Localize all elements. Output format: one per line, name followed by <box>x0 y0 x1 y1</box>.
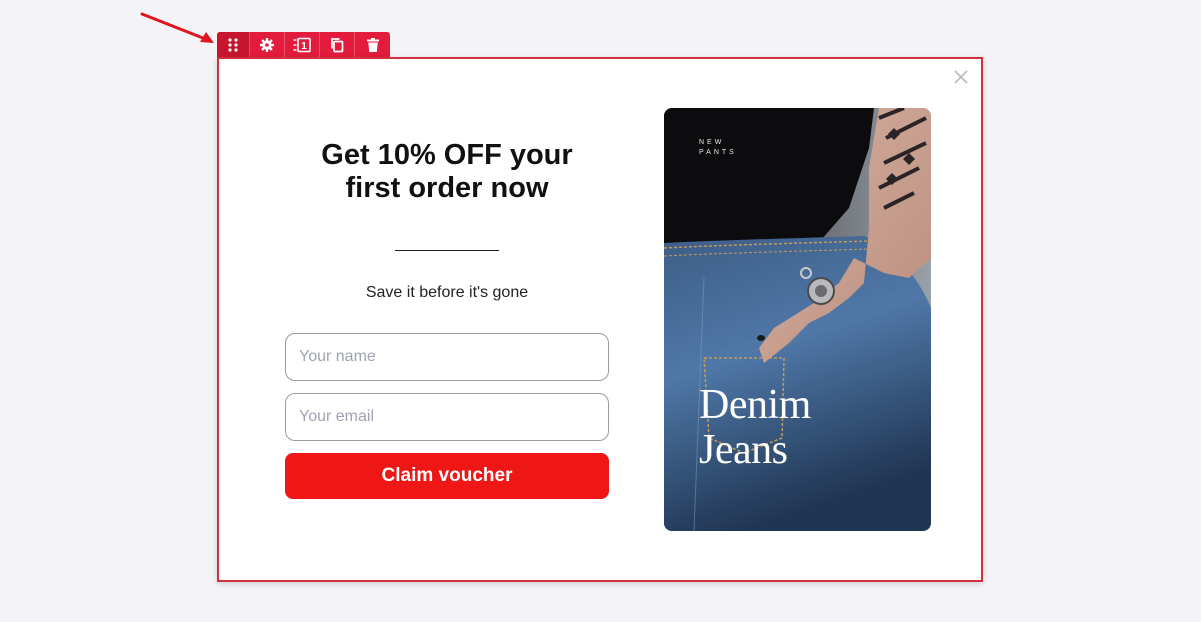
step-number: 1 <box>301 41 307 52</box>
duplicate-button[interactable] <box>320 32 355 58</box>
delete-button[interactable] <box>355 32 390 58</box>
duplicate-icon <box>331 38 344 53</box>
tag-line-1: NEW <box>699 139 724 146</box>
close-icon[interactable] <box>953 69 969 85</box>
popup-container: Get 10% OFF your first order now Save it… <box>217 57 983 582</box>
popup-title: Get 10% OFF your first order now <box>279 139 615 205</box>
settings-button[interactable] <box>250 32 285 58</box>
gear-icon <box>260 38 274 52</box>
step-icon: 1 <box>293 37 311 53</box>
denim-promo-image: NEW PANTS Denim Jeans <box>664 108 931 531</box>
trash-icon <box>366 38 379 52</box>
email-input[interactable] <box>285 393 609 441</box>
popup-subtitle: Save it before it's gone <box>365 284 529 301</box>
headline-line-1: Denim <box>699 382 812 428</box>
drag-handle-icon <box>228 38 238 52</box>
name-input[interactable] <box>285 333 609 381</box>
tag-line-2: PANTS <box>699 149 737 156</box>
element-toolbar: 1 <box>217 32 390 58</box>
title-line-2: first order now <box>345 172 549 204</box>
popup-content: Get 10% OFF your first order now Save it… <box>219 59 675 580</box>
claim-voucher-button[interactable]: Claim voucher <box>285 453 609 499</box>
annotation-arrow-icon <box>140 12 214 43</box>
step-button[interactable]: 1 <box>285 32 320 58</box>
divider <box>395 250 499 251</box>
promo-photo: NEW PANTS Denim Jeans <box>664 108 931 531</box>
drag-handle-button[interactable] <box>217 32 250 58</box>
title-line-1: Get 10% OFF your <box>321 139 573 171</box>
headline-line-2: Jeans <box>699 427 787 473</box>
